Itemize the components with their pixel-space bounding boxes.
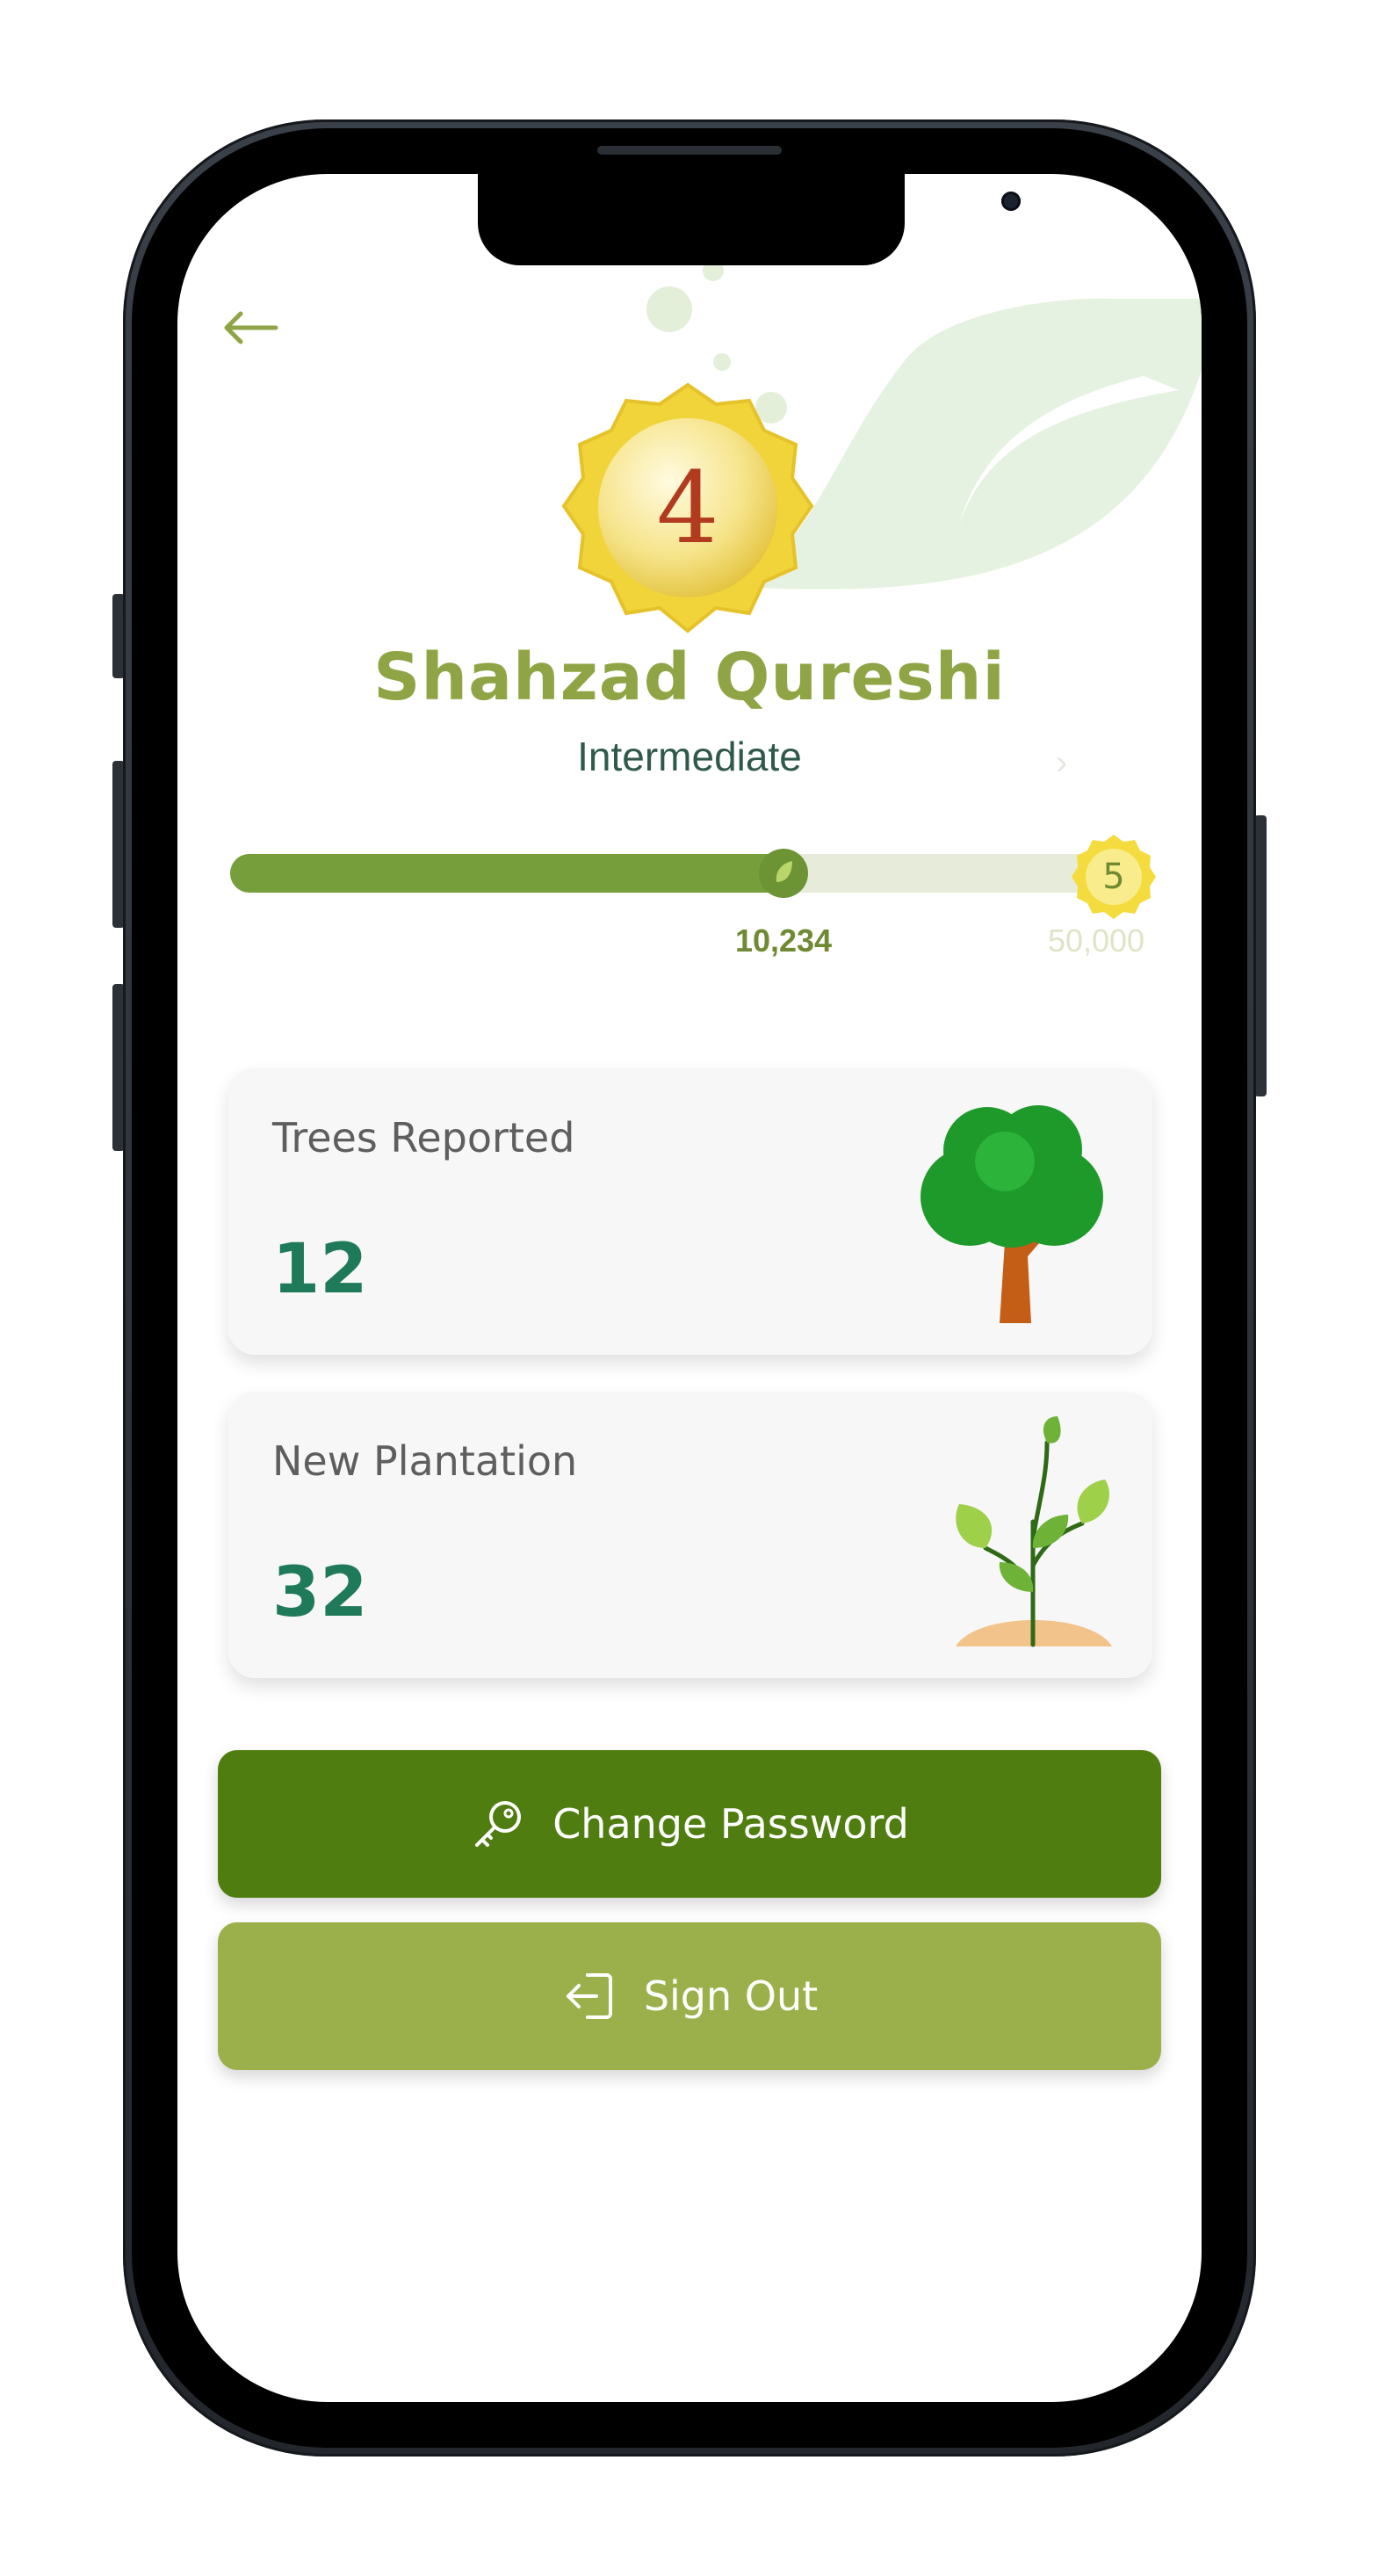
- back-button[interactable]: [220, 306, 281, 350]
- user-name: Shahzad Qureshi: [373, 640, 1006, 715]
- progress-current-value: 10,234: [734, 923, 833, 959]
- level-badge: 4: [553, 374, 822, 643]
- progress-knob: [759, 849, 808, 898]
- leaf-icon: [776, 861, 792, 882]
- level-number: 4: [656, 452, 719, 566]
- next-level-number: 5: [1102, 857, 1125, 897]
- sapling-icon: [956, 1416, 1112, 1647]
- sign-out-label: Sign Out: [643, 1972, 819, 2020]
- arrow-left-icon: [224, 311, 278, 344]
- front-camera: [1001, 192, 1021, 211]
- key-icon: [475, 1801, 522, 1847]
- stat-value: 32: [272, 1553, 368, 1632]
- stat-title: New Plantation: [272, 1437, 578, 1485]
- change-password-button[interactable]: Change Password: [218, 1750, 1161, 1898]
- chevron-right-icon: ›: [1056, 743, 1068, 782]
- stat-value: 12: [272, 1230, 368, 1309]
- power-button: [1254, 815, 1267, 1096]
- stat-card-new-plantation: New Plantation 32: [228, 1392, 1152, 1678]
- progress-fill: [230, 854, 803, 893]
- change-password-label: Change Password: [552, 1800, 909, 1848]
- phone-speaker: [597, 146, 782, 155]
- user-rank: Intermediate: [577, 734, 802, 779]
- stat-title: Trees Reported: [272, 1114, 575, 1161]
- stat-card-trees-reported: Trees Reported 12: [228, 1068, 1152, 1355]
- app-screen: 4 Shahzad Qureshi Intermediate › 10,234 …: [177, 174, 1202, 2402]
- next-level-badge: 5: [1068, 831, 1159, 923]
- progress-max-value: 50,000: [1047, 923, 1145, 959]
- tree-icon: [921, 1105, 1103, 1323]
- sign-out-icon: [566, 1973, 612, 2019]
- notch: [478, 174, 1021, 265]
- sign-out-button[interactable]: Sign Out: [218, 1922, 1161, 2070]
